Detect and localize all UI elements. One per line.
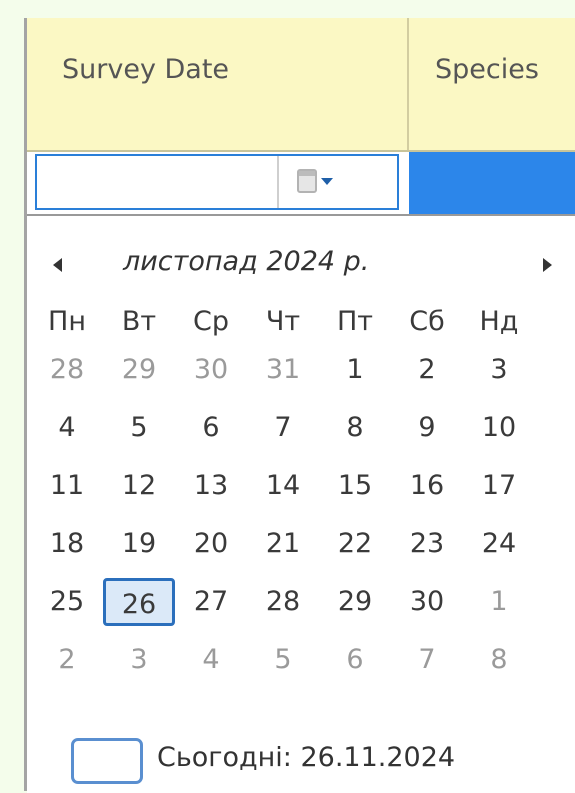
calendar-day[interactable]: 1 <box>319 346 391 394</box>
month-title: листопад 2024 р. <box>123 246 370 277</box>
calendar-day[interactable]: 7 <box>247 404 319 452</box>
calendar-day[interactable]: 29 <box>103 346 175 394</box>
chevron-down-icon <box>321 177 333 185</box>
today-button[interactable] <box>71 738 143 784</box>
calendar-day[interactable]: 20 <box>175 520 247 568</box>
calendar-day-selected[interactable]: 26 <box>103 578 175 626</box>
calendar-day[interactable]: 16 <box>391 462 463 510</box>
calendar-day[interactable]: 27 <box>175 578 247 626</box>
weekday-label: Вт <box>121 306 157 337</box>
weekday-label: Чт <box>265 306 301 337</box>
column-header-label: Species <box>435 54 539 85</box>
calendar-day[interactable]: 2 <box>391 346 463 394</box>
calendar-day[interactable]: 3 <box>103 636 175 684</box>
calendar-day[interactable]: 14 <box>247 462 319 510</box>
calendar-day[interactable]: 5 <box>247 636 319 684</box>
calendar-nav: листопад 2024 р. <box>27 246 575 296</box>
calendar-day[interactable]: 4 <box>175 636 247 684</box>
weekday-label: Сб <box>409 306 445 337</box>
calendar-day[interactable]: 31 <box>247 346 319 394</box>
day-grid: 28 29 30 31 1 2 3 4 5 6 7 8 9 10 11 12 13 14 15 16 17 18 19 20 2… <box>27 346 575 696</box>
calendar-day[interactable]: 6 <box>319 636 391 684</box>
calendar-day[interactable]: 5 <box>103 404 175 452</box>
calendar-day[interactable]: 29 <box>319 578 391 626</box>
weekday-label: Пт <box>336 306 374 337</box>
calendar-day[interactable]: 9 <box>391 404 463 452</box>
column-header-survey-date[interactable]: Survey Date <box>27 18 409 150</box>
weekday-label: Ср <box>193 306 229 337</box>
today-row: Сьогодні: 26.11.2024 <box>27 736 575 786</box>
calendar-day[interactable]: 8 <box>319 404 391 452</box>
grid-frame: Survey Date Species листопад 2024 р. Пн В… <box>24 18 575 793</box>
calendar-day[interactable]: 12 <box>103 462 175 510</box>
column-header-species[interactable]: Species <box>409 18 575 150</box>
calendar-day[interactable]: 4 <box>31 404 103 452</box>
calendar-day[interactable]: 21 <box>247 520 319 568</box>
weekday-label: Пн <box>48 306 86 337</box>
calendar-dropdown-button[interactable] <box>297 166 349 196</box>
calendar-day[interactable]: 30 <box>175 346 247 394</box>
calendar-day[interactable]: 13 <box>175 462 247 510</box>
calendar-day[interactable]: 30 <box>391 578 463 626</box>
calendar-popup: листопад 2024 р. Пн Вт Ср Чт Пт Сб Нд 28 29 30 31… <box>27 214 575 793</box>
calendar-icon <box>297 169 317 193</box>
selected-cell-species[interactable] <box>409 152 575 214</box>
column-header-label: Survey Date <box>62 54 230 85</box>
calendar-day[interactable]: 3 <box>463 346 535 394</box>
calendar-day[interactable]: 8 <box>463 636 535 684</box>
grid-header-row: Survey Date Species <box>27 18 575 152</box>
calendar-day[interactable]: 17 <box>463 462 535 510</box>
calendar-day[interactable]: 19 <box>103 520 175 568</box>
calendar-day[interactable]: 1 <box>463 578 535 626</box>
calendar-day[interactable]: 18 <box>31 520 103 568</box>
calendar-day[interactable]: 25 <box>31 578 103 626</box>
calendar-day[interactable]: 7 <box>391 636 463 684</box>
calendar-day[interactable]: 6 <box>175 404 247 452</box>
calendar-day[interactable]: 24 <box>463 520 535 568</box>
next-month-button[interactable] <box>543 258 552 272</box>
calendar-day[interactable]: 15 <box>319 462 391 510</box>
calendar-day[interactable]: 28 <box>247 578 319 626</box>
weekday-label: Нд <box>479 306 519 337</box>
calendar-day[interactable]: 11 <box>31 462 103 510</box>
filter-row <box>27 152 575 214</box>
calendar-day[interactable]: 10 <box>463 404 535 452</box>
input-separator <box>277 156 279 208</box>
prev-month-button[interactable] <box>53 258 62 272</box>
calendar-day[interactable]: 2 <box>31 636 103 684</box>
calendar-day[interactable]: 23 <box>391 520 463 568</box>
calendar-day[interactable]: 22 <box>319 520 391 568</box>
calendar-day[interactable]: 28 <box>31 346 103 394</box>
today-label[interactable]: Сьогодні: 26.11.2024 <box>157 742 455 773</box>
weekday-header: Пн Вт Ср Чт Пт Сб Нд <box>27 300 575 346</box>
